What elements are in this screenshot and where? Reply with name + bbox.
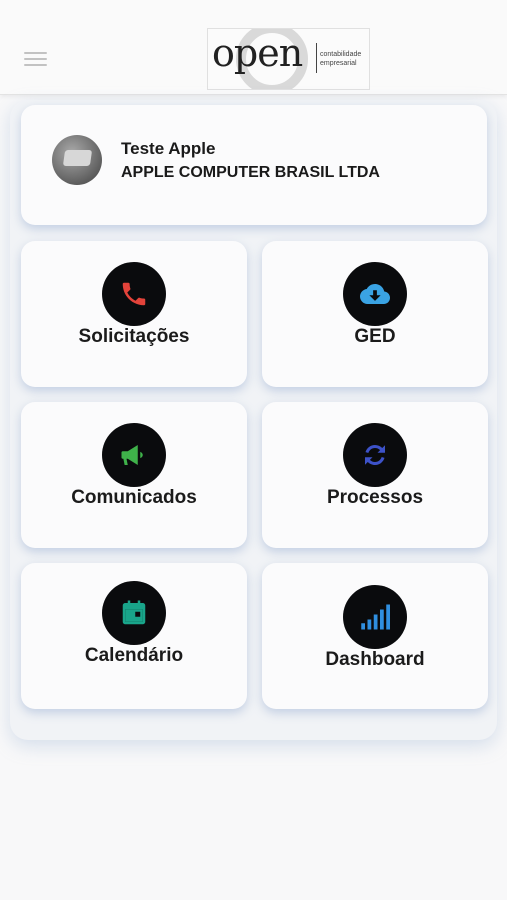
tile-label: Calendário xyxy=(84,645,184,666)
tile-label: Dashboard xyxy=(325,649,425,670)
tile-label: Comunicados xyxy=(71,487,197,508)
app-header: open contabilidade empresarial xyxy=(0,0,507,95)
hamburger-menu-icon[interactable] xyxy=(24,52,47,68)
tile-dashboard[interactable]: Dashboard xyxy=(262,563,488,709)
signal-bars-icon xyxy=(343,585,407,649)
tile-solicitacoes[interactable]: Solicitações xyxy=(21,241,247,387)
sync-icon xyxy=(343,423,407,487)
phone-icon xyxy=(102,262,166,326)
cloud-download-icon xyxy=(343,262,407,326)
tile-label: Solicitações xyxy=(78,326,190,347)
calendar-icon xyxy=(102,581,166,645)
profile-card[interactable]: Teste Apple APPLE COMPUTER BRASIL LTDA xyxy=(21,105,487,225)
avatar xyxy=(52,135,102,185)
company-name: APPLE COMPUTER BRASIL LTDA xyxy=(121,164,380,181)
tile-ged[interactable]: GED xyxy=(262,241,488,387)
tile-label: GED xyxy=(354,326,396,347)
tile-label: Processos xyxy=(326,487,424,508)
tile-comunicados[interactable]: Comunicados xyxy=(21,402,247,548)
megaphone-icon xyxy=(102,423,166,487)
tile-processos[interactable]: Processos xyxy=(262,402,488,548)
user-name: Teste Apple xyxy=(121,139,216,158)
tile-calendario[interactable]: Calendário xyxy=(21,563,247,709)
company-logo: open contabilidade empresarial xyxy=(207,28,370,90)
